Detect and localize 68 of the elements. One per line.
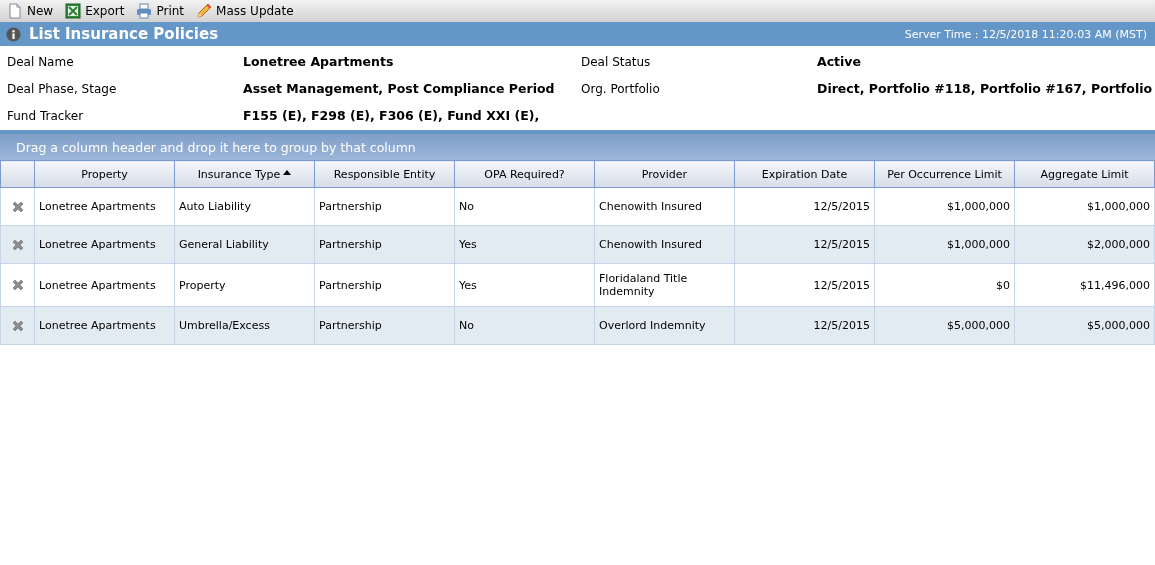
table-cell: Lonetree Apartments	[34, 263, 175, 307]
table-cell: Chenowith Insured	[594, 225, 735, 264]
column-header[interactable]: Per Occurrence Limit	[874, 160, 1015, 188]
table-cell: $0	[874, 263, 1015, 307]
column-header[interactable]: Aggregate Limit	[1014, 160, 1155, 188]
column-header[interactable]: OPA Required?	[454, 160, 595, 188]
x-icon[interactable]	[10, 318, 25, 333]
table-cell: $2,000,000	[1014, 225, 1155, 264]
field-label: Deal Name	[7, 54, 75, 69]
table-cell: 12/5/2015	[734, 225, 875, 264]
table-cell: 12/5/2015	[734, 306, 875, 345]
table-cell: Umbrella/Excess	[174, 306, 315, 345]
field-label: Deal Phase, Stage	[7, 81, 118, 96]
table-cell: Yes	[454, 263, 595, 307]
table-cell: 12/5/2015	[734, 263, 875, 307]
table-cell: Partnership	[314, 187, 455, 226]
table-cell: $5,000,000	[874, 306, 1015, 345]
x-icon[interactable]	[10, 237, 25, 252]
toolbar-button[interactable]: Mass Update	[194, 3, 296, 19]
page-title: List Insurance Policies	[29, 25, 219, 43]
printer-icon	[136, 3, 153, 19]
x-icon[interactable]	[10, 199, 25, 214]
table-cell: Partnership	[314, 306, 455, 345]
field-value: Direct, Portfolio #118, Portfolio #167, Portfolio	[817, 81, 1154, 96]
table-cell: $1,000,000	[1014, 187, 1155, 226]
table-cell: Property	[174, 263, 315, 307]
field-label: Fund Tracker	[7, 108, 85, 123]
column-header[interactable]: Expiration Date	[734, 160, 875, 188]
table-cell: Lonetree Apartments	[34, 187, 175, 226]
table-cell: Yes	[454, 225, 595, 264]
pencil-icon	[196, 3, 213, 19]
document-icon	[7, 3, 23, 19]
table-cell: $11,496,000	[1014, 263, 1155, 307]
x-icon[interactable]	[10, 278, 25, 292]
table-cell: Lonetree Apartments	[34, 225, 175, 264]
info-icon	[6, 26, 21, 42]
table-cell: Floridaland Title Indemnity	[594, 263, 735, 307]
field-value: Lonetree Apartments	[243, 54, 395, 69]
table-cell: $1,000,000	[874, 225, 1015, 264]
column-header[interactable]: Property	[34, 160, 175, 188]
table-cell: 12/5/2015	[734, 187, 875, 226]
column-header	[0, 160, 35, 188]
server-time: Server Time : 12/5/2018 11:20:03 AM (MST)	[904, 27, 1147, 41]
table-cell: No	[454, 306, 595, 345]
toolbar-button[interactable]: New	[5, 3, 56, 19]
table-cell: Partnership	[314, 263, 455, 307]
table-cell: Partnership	[314, 225, 455, 264]
table-cell: Overlord Indemnity	[594, 306, 735, 345]
spreadsheet-icon	[65, 3, 82, 19]
table-cell: Auto Liability	[174, 187, 315, 226]
field-value: Active	[817, 54, 862, 69]
column-header[interactable]: Responsible Entity	[314, 160, 455, 188]
field-label: Org. Portfolio	[581, 81, 661, 96]
table-cell: Chenowith Insured	[594, 187, 735, 226]
field-value: Asset Management, Post Compliance Period	[243, 81, 556, 96]
field-value: F155 (E), F298 (E), F306 (E), Fund XXI (E),	[243, 108, 541, 123]
table-cell: Lonetree Apartments	[34, 306, 175, 345]
table-cell: General Liability	[174, 225, 315, 264]
column-header[interactable]: Insurance Type	[174, 160, 315, 188]
group-hint: Drag a column header and drop it here to group by that column	[16, 139, 416, 155]
table-cell: $1,000,000	[874, 187, 1015, 226]
sort-ascending-icon	[283, 169, 292, 175]
table-cell: $5,000,000	[1014, 306, 1155, 345]
table-cell: No	[454, 187, 595, 226]
field-label: Deal Status	[581, 54, 652, 69]
toolbar-button[interactable]: Print	[134, 3, 187, 19]
column-header[interactable]: Provider	[594, 160, 735, 188]
toolbar-button[interactable]: Export	[63, 3, 127, 19]
